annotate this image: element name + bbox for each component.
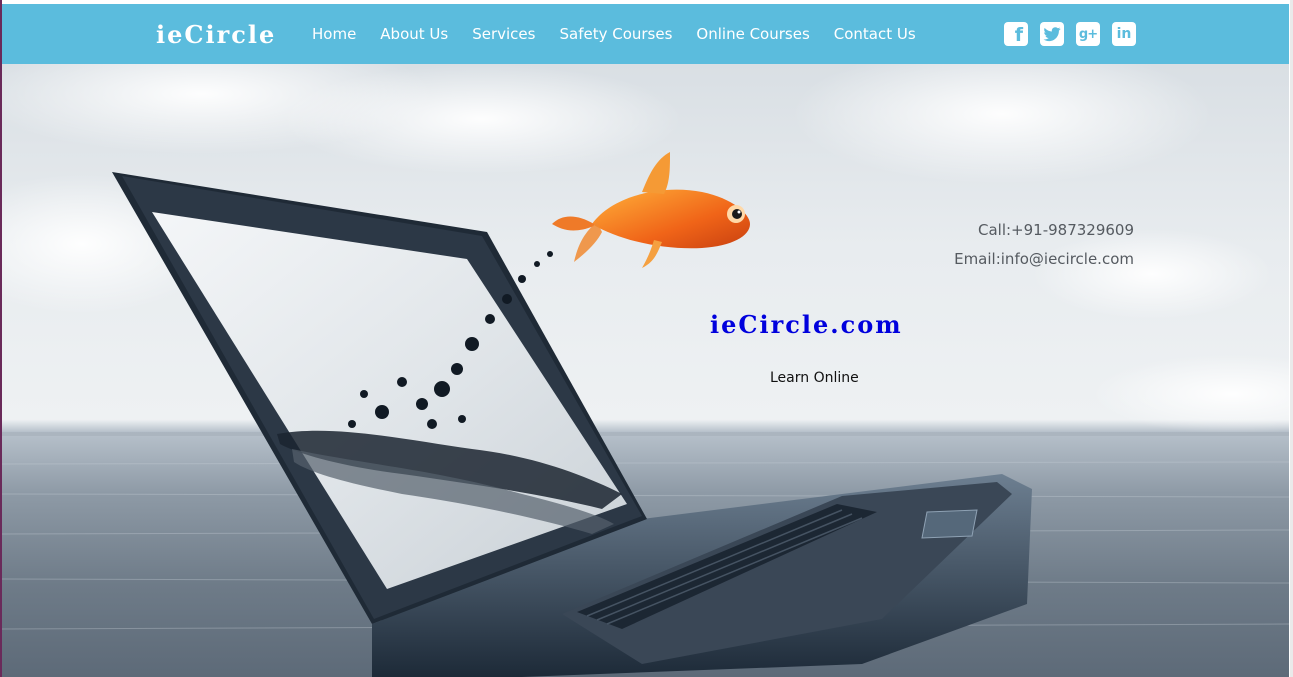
- call-number: Call:+91-987329609: [977, 221, 1134, 239]
- contact-info: Call:+91-987329609 Email:info@iecircle.c…: [954, 216, 1134, 274]
- hero-background-image: [2, 64, 1289, 677]
- nav-online-courses[interactable]: Online Courses: [696, 25, 809, 43]
- nav-services[interactable]: Services: [472, 25, 535, 43]
- site-logo[interactable]: ieCircle: [156, 20, 276, 49]
- google-plus-icon[interactable]: g+: [1076, 22, 1100, 46]
- facebook-icon[interactable]: f: [1004, 22, 1028, 46]
- nav-contact-us[interactable]: Contact Us: [834, 25, 916, 43]
- nav-home[interactable]: Home: [312, 25, 356, 43]
- nav-about-us[interactable]: About Us: [380, 25, 448, 43]
- social-links: f g+ in: [1004, 22, 1136, 46]
- main-nav: Home About Us Services Safety Courses On…: [312, 4, 916, 64]
- linkedin-icon[interactable]: in: [1112, 22, 1136, 46]
- goldfish-illustration: [552, 152, 750, 268]
- nav-safety-courses[interactable]: Safety Courses: [559, 25, 672, 43]
- email-address: Email:info@iecircle.com: [954, 250, 1134, 268]
- hero-subtitle: Learn Online: [770, 370, 859, 386]
- twitter-icon[interactable]: [1040, 22, 1064, 46]
- hero-banner: Call:+91-987329609 Email:info@iecircle.c…: [2, 64, 1289, 677]
- top-navbar: ieCircle Home About Us Services Safety C…: [2, 4, 1289, 64]
- hero-title: ieCircle.com: [710, 310, 903, 339]
